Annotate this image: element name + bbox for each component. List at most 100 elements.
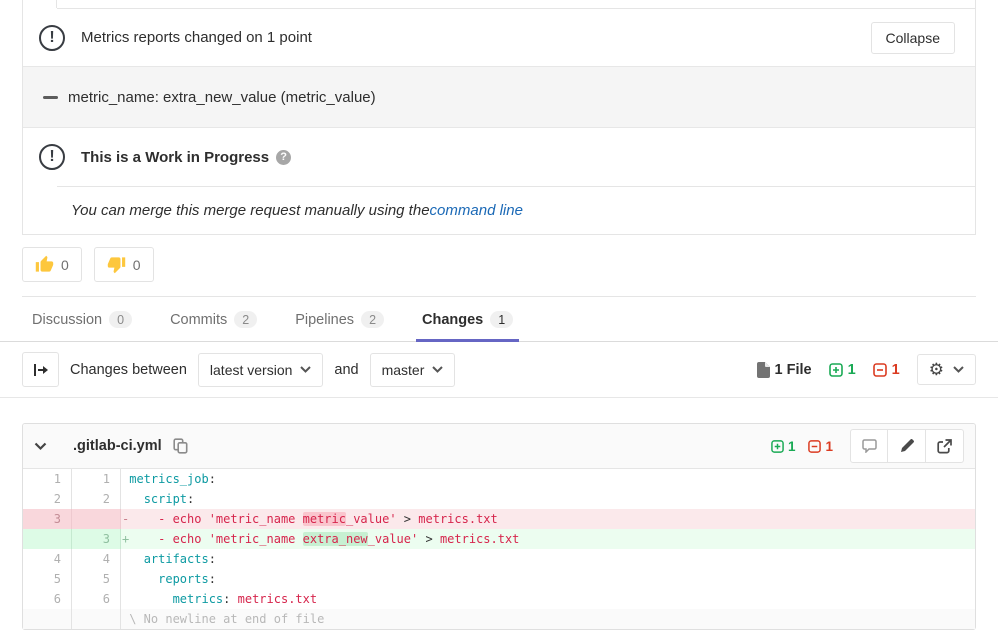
version-from-value: latest version — [210, 362, 292, 378]
diff-row: 55 reports: — [23, 569, 975, 589]
chevron-down-icon — [432, 366, 443, 373]
new-line-number[interactable] — [72, 609, 121, 629]
old-line-number[interactable]: 4 — [23, 549, 72, 569]
tab-count-badge: 2 — [361, 311, 384, 328]
old-line-number[interactable]: 3 — [23, 509, 72, 529]
tab-changes[interactable]: Changes 1 — [420, 297, 515, 341]
version-to-dropdown[interactable]: master — [370, 353, 456, 387]
additions-stat: 1 — [829, 362, 856, 378]
new-line-number[interactable]: 3 — [72, 529, 121, 549]
thumbs-down-icon — [107, 255, 126, 274]
wip-row: ! This is a Work in Progress ? — [23, 128, 975, 186]
chevron-down-icon — [300, 366, 311, 373]
chevron-down-icon[interactable] — [34, 442, 47, 451]
new-line-number[interactable]: 6 — [72, 589, 121, 609]
old-line-number[interactable]: 2 — [23, 489, 72, 509]
collapse-button[interactable]: Collapse — [871, 22, 955, 54]
mr-tabs-nav: Discussion 0 Commits 2 Pipelines 2 Chang… — [0, 297, 998, 342]
metrics-report-heading: Metrics reports changed on 1 point — [81, 29, 312, 46]
copy-icon[interactable] — [173, 438, 188, 454]
diff-line-content: \ No newline at end of file — [121, 609, 975, 629]
comment-icon — [862, 439, 877, 453]
toggle-file-browser-button[interactable] — [22, 352, 59, 387]
diff-line-content: + - echo 'metric_name extra_new_value' >… — [121, 529, 975, 549]
external-link-icon — [937, 439, 952, 454]
thumbs-up-button[interactable]: 0 — [22, 247, 82, 282]
award-emoji-bar: 0 0 — [22, 247, 976, 282]
version-from-dropdown[interactable]: latest version — [198, 353, 323, 387]
diff-file-name[interactable]: .gitlab-ci.yml — [73, 438, 162, 454]
new-line-number[interactable] — [72, 509, 121, 529]
tab-label: Discussion — [32, 312, 102, 328]
diff-row: \ No newline at end of file — [23, 609, 975, 629]
tab-count-badge: 0 — [109, 311, 132, 328]
old-line-number[interactable] — [23, 529, 72, 549]
diff-file-header: .gitlab-ci.yml 1 1 — [23, 424, 975, 469]
diff-line-content: script: — [121, 489, 975, 509]
diff-row: 3 - - echo 'metric_name metric_value' > m… — [23, 509, 975, 529]
diff-line-content: metrics_job: — [121, 469, 975, 489]
old-line-number[interactable]: 5 — [23, 569, 72, 589]
thumbs-up-count: 0 — [61, 257, 69, 273]
tab-label: Changes — [422, 312, 483, 328]
tab-label: Commits — [170, 312, 227, 328]
files-count-text: 1 File — [775, 362, 812, 378]
file-deletions-stat: 1 — [808, 439, 833, 454]
tab-commits[interactable]: Commits 2 — [168, 297, 259, 341]
plus-square-icon — [829, 363, 843, 377]
diff-line-content: - - echo 'metric_name metric_value' > me… — [121, 509, 975, 529]
toggle-comments-button[interactable] — [850, 429, 888, 463]
deletions-stat: 1 — [873, 362, 900, 378]
diff-file-box: .gitlab-ci.yml 1 1 — [22, 423, 976, 630]
widget-top-fragment — [23, 0, 975, 8]
files-count-stat: 1 File — [757, 362, 812, 378]
help-question-icon[interactable]: ? — [276, 150, 291, 165]
wip-heading: This is a Work in Progress — [81, 149, 269, 166]
metric-changed-dash-icon — [43, 96, 58, 99]
file-icon — [757, 362, 770, 378]
status-exclamation-icon: ! — [39, 144, 65, 170]
tab-discussion[interactable]: Discussion 0 — [30, 297, 134, 341]
metric-detail-row: metric_name: extra_new_value (metric_val… — [23, 66, 975, 128]
thumbs-down-count: 0 — [133, 257, 141, 273]
diff-row: 3+ - echo 'metric_name extra_new_value' … — [23, 529, 975, 549]
view-file-button[interactable] — [926, 429, 964, 463]
tab-count-badge: 1 — [490, 311, 513, 328]
command-line-link[interactable]: command line — [430, 202, 523, 219]
new-line-number[interactable]: 1 — [72, 469, 121, 489]
file-additions-count: 1 — [788, 439, 796, 454]
minus-square-icon — [873, 363, 887, 377]
changes-toolbar: Changes between latest version and maste… — [0, 342, 998, 398]
diff-settings-dropdown[interactable]: ⚙ — [917, 354, 976, 385]
pencil-icon — [900, 439, 914, 453]
version-to-value: master — [382, 362, 425, 378]
file-deletions-count: 1 — [825, 439, 833, 454]
chevron-down-icon — [953, 366, 964, 373]
bar-arrow-right-icon — [33, 363, 49, 377]
merge-manually-text: You can merge this merge request manuall… — [71, 202, 430, 219]
metric-detail-text: metric_name: extra_new_value (metric_val… — [68, 89, 376, 106]
edit-file-button[interactable] — [888, 429, 926, 463]
diff-line-content: metrics: metrics.txt — [121, 589, 975, 609]
new-line-number[interactable]: 5 — [72, 569, 121, 589]
gear-icon: ⚙ — [929, 361, 944, 378]
diff-row: 11 metrics_job: — [23, 469, 975, 489]
old-line-number[interactable] — [23, 609, 72, 629]
diff-table: 11 metrics_job:22 script:3- - echo 'metr… — [23, 469, 975, 629]
changes-between-label: Changes between — [70, 362, 187, 378]
new-line-number[interactable]: 2 — [72, 489, 121, 509]
thumbs-down-button[interactable]: 0 — [94, 247, 154, 282]
metrics-report-row: ! Metrics reports changed on 1 point Col… — [23, 9, 975, 66]
status-exclamation-icon: ! — [39, 25, 65, 51]
plus-square-icon — [771, 440, 784, 453]
and-label: and — [334, 362, 358, 378]
mr-widget: ! Metrics reports changed on 1 point Col… — [22, 0, 976, 235]
tab-pipelines[interactable]: Pipelines 2 — [293, 297, 386, 341]
new-line-number[interactable]: 4 — [72, 549, 121, 569]
merge-manually-row: You can merge this merge request manuall… — [23, 187, 975, 234]
old-line-number[interactable]: 6 — [23, 589, 72, 609]
thumbs-up-icon — [35, 255, 54, 274]
file-actions-group — [850, 429, 964, 463]
tab-count-badge: 2 — [234, 311, 257, 328]
old-line-number[interactable]: 1 — [23, 469, 72, 489]
